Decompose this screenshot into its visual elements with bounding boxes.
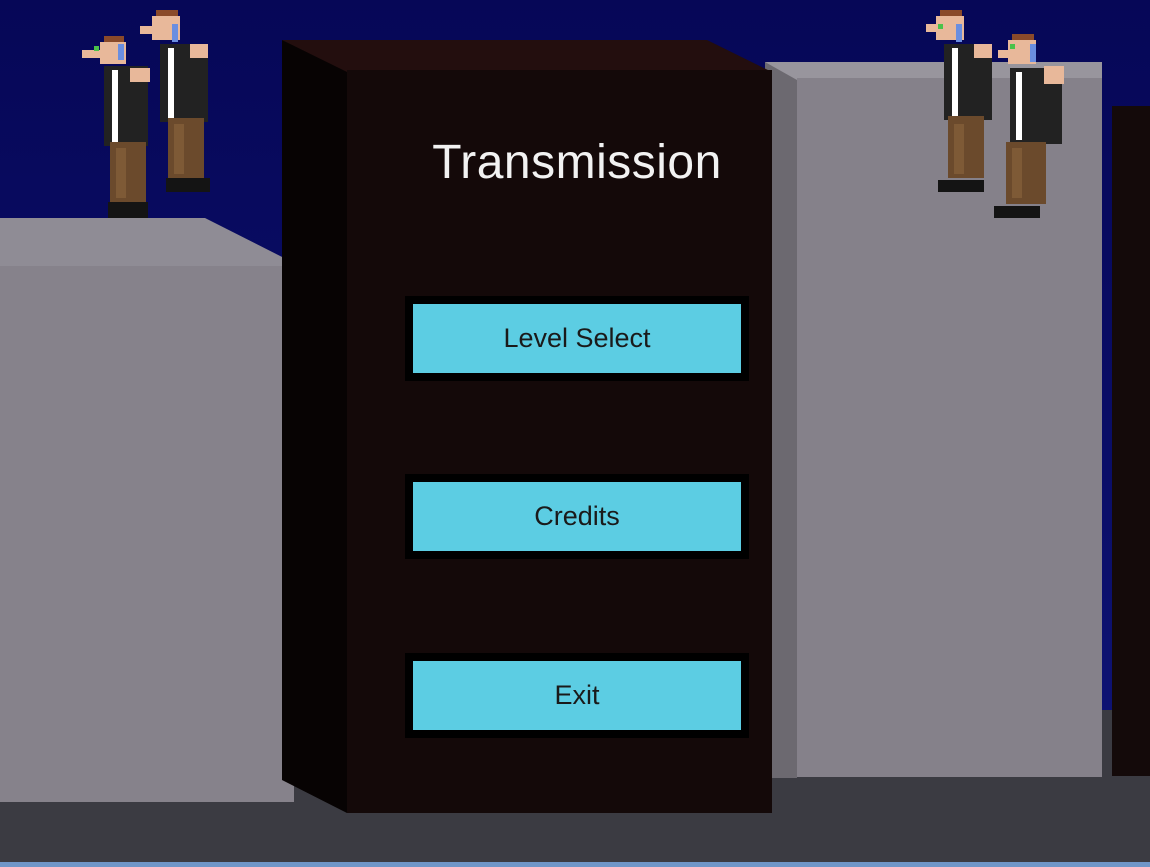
game-title: Transmission (432, 136, 722, 189)
credits-button[interactable]: Credits (405, 474, 749, 559)
window-bottom-edge (0, 862, 1150, 867)
character-sprite (140, 10, 210, 192)
exit-button[interactable]: Exit (405, 653, 749, 738)
level-select-label: Level Select (413, 304, 741, 373)
menu-tower-side (282, 40, 347, 813)
game-scene: Transmission Level Select Credits Exit (0, 0, 1150, 867)
level-select-button[interactable]: Level Select (405, 296, 749, 381)
character-sprite (994, 34, 1064, 218)
far-right-building (1112, 106, 1150, 776)
left-building (0, 266, 294, 802)
credits-label: Credits (413, 482, 741, 551)
menu-tower-top (282, 40, 772, 72)
exit-label: Exit (413, 661, 741, 730)
